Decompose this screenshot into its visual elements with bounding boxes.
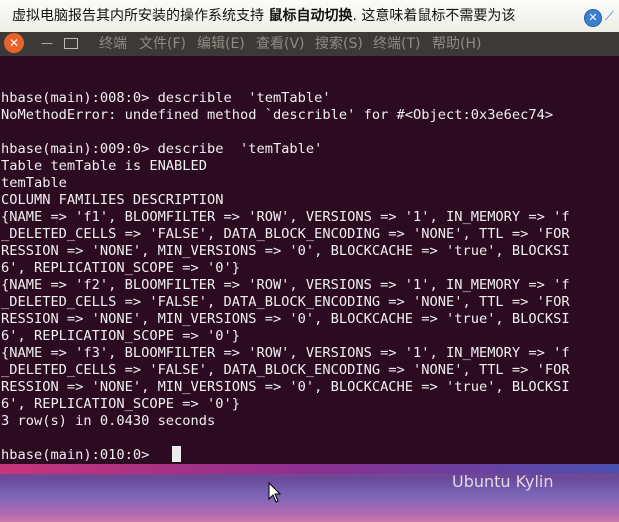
terminal-line: 3 row(s) in 0.0430 seconds: [1, 413, 216, 429]
terminal-line: temTable: [1, 175, 67, 191]
mouse-pointer-icon: [268, 482, 282, 503]
menu-title: 终端: [99, 36, 127, 52]
terminal-line: hbase(main):008:0> describle 'temTable': [1, 90, 331, 106]
terminal-cursor: [172, 446, 181, 462]
terminal-line: hbase(main):009:0> describe 'temTable': [1, 141, 323, 157]
menu-view[interactable]: 查看(V): [256, 32, 305, 54]
notification-options-icon[interactable]: ⟋: [605, 9, 619, 25]
notification-text: 虚拟电脑报告其内所安装的操作系统支持 鼠标自动切换. 这意味着鼠标不需要为该: [12, 0, 515, 32]
notification-text-bold: 鼠标自动切换: [268, 8, 353, 24]
terminal-line: {NAME => 'f1', BLOOMFILTER => 'ROW', VER…: [1, 209, 570, 225]
terminal-line: _DELETED_CELLS => 'FALSE', DATA_BLOCK_EN…: [1, 226, 570, 242]
terminal-line: RESSION => 'NONE', MIN_VERSIONS => '0', …: [1, 243, 570, 259]
menu-search[interactable]: 搜索(S): [315, 32, 363, 54]
terminal-line: _DELETED_CELLS => 'FALSE', DATA_BLOCK_EN…: [1, 362, 570, 378]
terminal-output[interactable]: hbase(main):008:0> describle 'temTable' …: [0, 56, 619, 464]
terminal-line: RESSION => 'NONE', MIN_VERSIONS => '0', …: [1, 379, 570, 395]
menu-file[interactable]: 文件(F): [139, 32, 186, 54]
menu-edit[interactable]: 编辑(E): [197, 32, 245, 54]
window-close-icon[interactable]: ✕: [4, 33, 24, 53]
terminal-line: NoMethodError: undefined method `describ…: [1, 107, 554, 123]
terminal-line: RESSION => 'NONE', MIN_VERSIONS => '0', …: [1, 311, 570, 327]
terminal-menubar: ✕ — 终端 文件(F) 编辑(E) 查看(V) 搜索(S) 终端(T) 帮助(…: [0, 32, 619, 56]
terminal-line: _DELETED_CELLS => 'FALSE', DATA_BLOCK_EN…: [1, 294, 570, 310]
menu-terminal[interactable]: 终端(T): [373, 32, 420, 54]
window-maximize-icon[interactable]: [62, 34, 80, 52]
terminal-line: 6', REPLICATION_SCOPE => '0'}: [1, 396, 240, 412]
menu-help[interactable]: 帮助(H): [432, 32, 481, 54]
window-minimize-icon[interactable]: —: [38, 34, 56, 52]
terminal-line: 6', REPLICATION_SCOPE => '0'}: [1, 260, 240, 276]
notification-text-after: . 这意味着鼠标不需要为该: [352, 8, 516, 24]
terminal-line: COLUMN FAMILIES DESCRIPTION: [1, 192, 224, 208]
terminal-line: Table temTable is ENABLED: [1, 158, 208, 174]
notification-text-before: 虚拟电脑报告其内所安装的操作系统支持: [12, 8, 264, 24]
ubuntu-kylin-watermark: Ubuntu Kylin: [452, 472, 554, 491]
terminal-line: {NAME => 'f2', BLOOMFILTER => 'ROW', VER…: [1, 277, 570, 293]
notification-close-icon[interactable]: ✕: [584, 9, 602, 27]
mouse-integration-notification: 虚拟电脑报告其内所安装的操作系统支持 鼠标自动切换. 这意味着鼠标不需要为该 ✕…: [0, 0, 619, 32]
terminal-prompt: hbase(main):010:0>: [1, 447, 150, 463]
desktop-background: Ubuntu Kylin: [0, 464, 619, 522]
terminal-line: 6', REPLICATION_SCOPE => '0'}: [1, 328, 240, 344]
terminal-line: {NAME => 'f3', BLOOMFILTER => 'ROW', VER…: [1, 345, 570, 361]
